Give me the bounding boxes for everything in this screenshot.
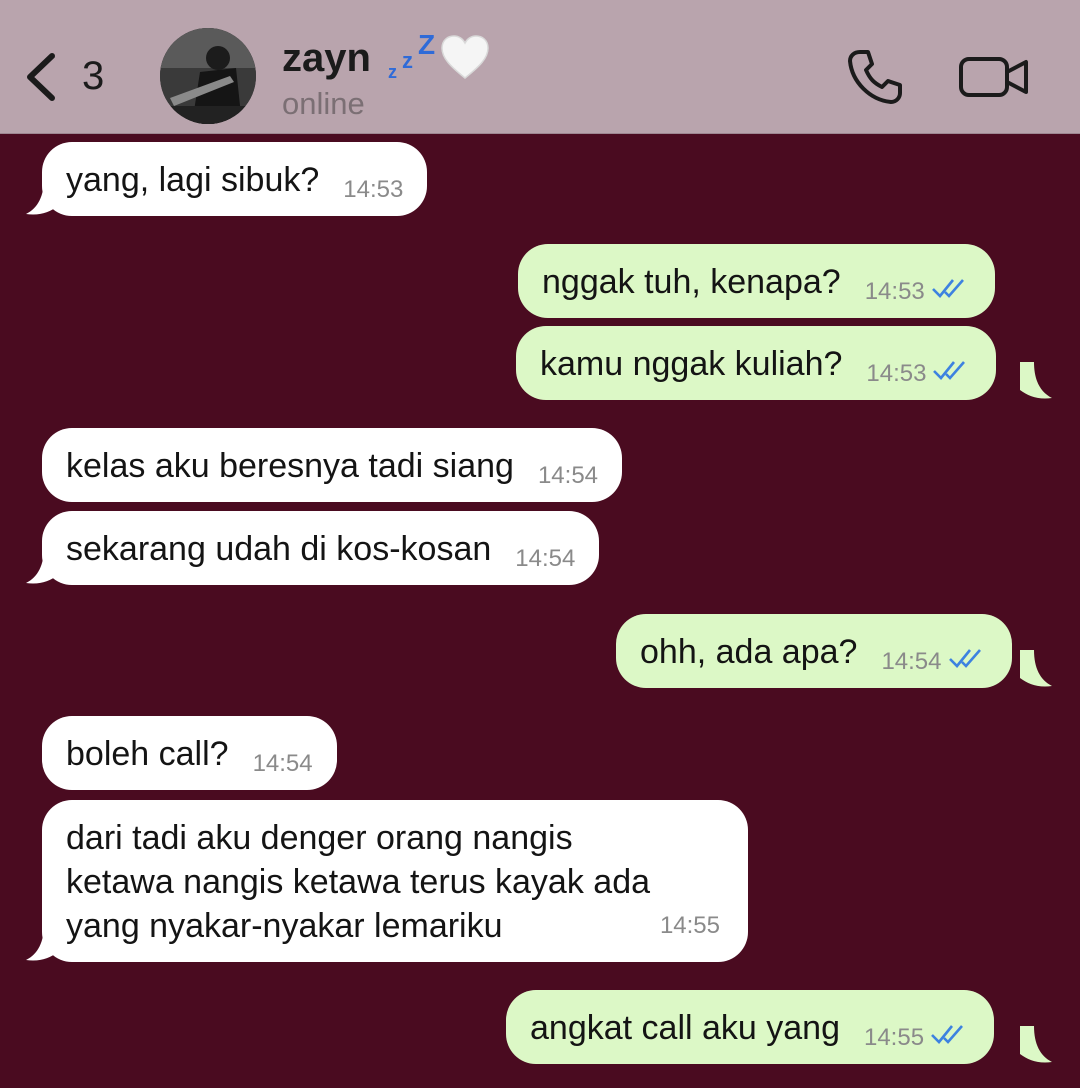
back-chevron-icon[interactable] xyxy=(22,52,62,102)
svg-text:z: z xyxy=(388,62,397,82)
message-text: kelas aku beresnya tadi siang xyxy=(66,447,514,485)
message-time: 14:53 xyxy=(343,176,404,203)
read-double-check-icon xyxy=(931,279,964,298)
message-time: 14:55 xyxy=(659,912,720,939)
read-double-check-icon xyxy=(931,1025,964,1044)
message-time: 14:53 xyxy=(866,360,927,387)
bubble-tail xyxy=(26,547,58,584)
message-time: 14:54 xyxy=(252,750,313,777)
sleeping-zzz-icon: z z Z xyxy=(388,32,435,82)
white-heart-icon xyxy=(441,35,489,79)
svg-text:Z: Z xyxy=(418,32,435,60)
message-text-line: ketawa nangis ketawa terus kayak ada xyxy=(66,863,651,901)
bubble-tail xyxy=(1020,362,1052,399)
outgoing-message[interactable]: ohh, ada apa? 14:54 xyxy=(616,614,1012,688)
message-text: boleh call? xyxy=(66,735,229,773)
outgoing-message[interactable]: angkat call aku yang 14:55 xyxy=(506,990,995,1064)
message-text: sekarang udah di kos-kosan xyxy=(66,530,492,568)
bubble-tail xyxy=(26,178,58,215)
incoming-message[interactable]: kelas aku beresnya tadi siang 14:54 xyxy=(42,428,623,502)
message-time: 14:54 xyxy=(515,545,576,572)
message-text: nggak tuh, kenapa? xyxy=(542,263,841,301)
incoming-message[interactable]: boleh call? 14:54 xyxy=(42,716,337,790)
outgoing-message[interactable]: nggak tuh, kenapa? 14:53 xyxy=(518,244,995,318)
phone-call-icon[interactable] xyxy=(846,48,904,106)
svg-text:z: z xyxy=(402,48,413,73)
avatar[interactable] xyxy=(160,28,256,124)
bubble-tail xyxy=(1020,1026,1052,1063)
read-double-check-icon xyxy=(933,361,966,380)
message-text: angkat call aku yang xyxy=(530,1009,840,1047)
message-text-line: dari tadi aku denger orang nangis xyxy=(66,819,573,857)
message-text: ohh, ada apa? xyxy=(640,633,858,671)
contact-name[interactable]: zayn xyxy=(282,36,371,81)
message-time: 14:54 xyxy=(881,648,942,675)
contact-status: online xyxy=(282,86,365,121)
message-text: yang, lagi sibuk? xyxy=(66,161,320,199)
video-call-icon[interactable] xyxy=(958,54,1030,100)
unread-count[interactable]: 3 xyxy=(82,54,104,99)
chat-header: 3 zayn z z Z online xyxy=(0,0,1080,134)
message-text-line: yang nyakar-nyakar lemariku xyxy=(66,907,503,945)
read-double-check-icon xyxy=(948,649,981,668)
incoming-message[interactable]: sekarang udah di kos-kosan 14:54 xyxy=(42,511,600,585)
bubble-tail xyxy=(26,924,58,961)
incoming-message[interactable]: yang, lagi sibuk? 14:53 xyxy=(42,142,428,216)
outgoing-message[interactable]: kamu nggak kuliah? 14:53 xyxy=(516,326,997,400)
bubble-tail xyxy=(1020,650,1052,687)
message-time: 14:55 xyxy=(863,1024,925,1051)
message-time: 14:53 xyxy=(864,278,925,305)
message-time: 14:54 xyxy=(537,462,599,489)
incoming-message[interactable]: dari tadi aku denger orang nangis ketawa… xyxy=(42,800,748,962)
message-text: kamu nggak kuliah? xyxy=(540,345,843,383)
